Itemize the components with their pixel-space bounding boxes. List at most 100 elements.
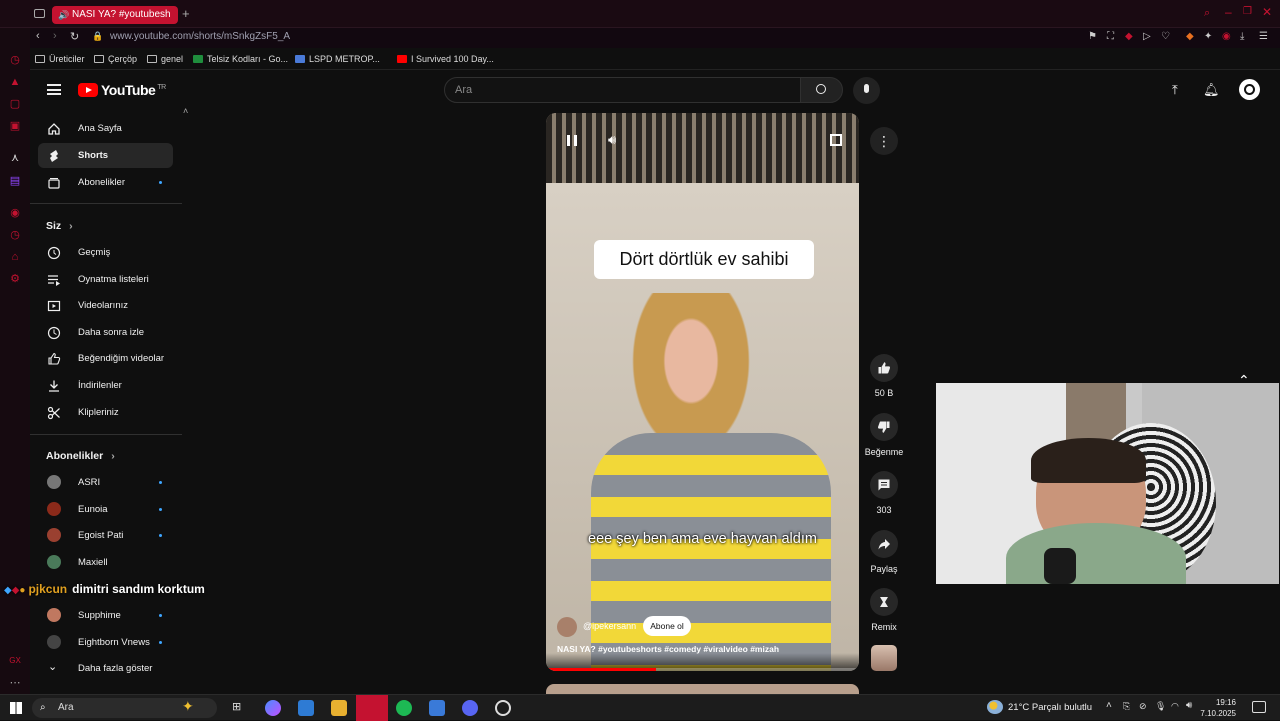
app-icon[interactable] bbox=[429, 700, 445, 716]
subscribe-button[interactable]: Abone ol bbox=[643, 616, 691, 636]
section-you[interactable]: Siz › bbox=[46, 220, 73, 232]
dislike-button[interactable] bbox=[870, 413, 898, 441]
copilot-icon[interactable] bbox=[265, 700, 281, 716]
weather-text[interactable]: 21°C Parçalı bulutlu bbox=[1008, 702, 1092, 713]
scroll-up-icon[interactable]: ⌃ bbox=[1238, 372, 1250, 389]
like-button[interactable] bbox=[870, 354, 898, 382]
aria-icon[interactable]: ⋏ bbox=[9, 152, 21, 164]
url-field[interactable]: www.youtube.com/shorts/mSnkgZsF5_A bbox=[110, 31, 290, 42]
voice-search-button[interactable] bbox=[853, 77, 880, 104]
bookmark-folder[interactable]: genel bbox=[147, 54, 183, 64]
back-icon[interactable]: ‹ bbox=[36, 30, 40, 42]
scroll-up-icon[interactable]: ˄ bbox=[183, 106, 188, 116]
sidebar-channel[interactable]: Eunoia bbox=[38, 497, 173, 522]
player-icon[interactable]: ◉ bbox=[9, 207, 21, 219]
adblock-icon[interactable]: ◆ bbox=[1125, 31, 1133, 42]
channel-handle[interactable]: @ipekersann bbox=[583, 621, 636, 631]
bookmark-folder[interactable]: Çerçöp bbox=[94, 54, 137, 64]
metamask-icon[interactable]: ◆ bbox=[1186, 31, 1194, 42]
store-icon[interactable] bbox=[298, 700, 314, 716]
gx-icon[interactable]: GX bbox=[9, 655, 21, 667]
comments-button[interactable] bbox=[870, 471, 898, 499]
notifications-icon[interactable]: 🔔︎ bbox=[1203, 82, 1220, 98]
heart-icon[interactable]: ♡ bbox=[1161, 31, 1170, 42]
sidebar-item-history[interactable]: Geçmiş bbox=[38, 240, 173, 265]
sidebar-channel[interactable]: Supphime bbox=[38, 603, 173, 628]
notification-center-icon[interactable] bbox=[1252, 701, 1266, 713]
player-icon[interactable]: ▷ bbox=[1143, 31, 1151, 42]
short-video-player[interactable]: 🔊︎ bbox=[546, 113, 859, 671]
sidebar-channel[interactable]: Eightborn Vnews bbox=[38, 630, 173, 655]
sidebar-channel[interactable]: Maxiell bbox=[38, 550, 173, 575]
youtube-logo[interactable]: YouTube TR bbox=[78, 82, 166, 98]
menu-icon[interactable] bbox=[47, 84, 61, 95]
bookmark-link[interactable]: Telsiz Kodları - Go... bbox=[193, 54, 288, 64]
search-input[interactable]: Ara bbox=[444, 77, 801, 103]
bookmark-link[interactable]: LSPD METROP... bbox=[295, 54, 380, 64]
search-tabs-icon[interactable]: ⌕ bbox=[1204, 7, 1210, 20]
history-icon[interactable]: ◷ bbox=[9, 54, 21, 66]
bookmark-folder[interactable]: Üreticiler bbox=[35, 54, 85, 64]
share-button[interactable] bbox=[870, 530, 898, 558]
obs-icon[interactable] bbox=[495, 700, 511, 716]
chat-icon[interactable]: ▢ bbox=[9, 98, 21, 110]
sidebar-item-shorts[interactable]: Shorts bbox=[38, 143, 173, 168]
upload-icon[interactable]: ⤒ bbox=[1172, 82, 1178, 98]
section-subscriptions[interactable]: Abonelikler › bbox=[46, 450, 115, 462]
extensions-icon[interactable]: ✦ bbox=[1204, 31, 1212, 42]
minimize-icon[interactable]: – bbox=[1225, 5, 1232, 19]
sidebar-channel[interactable]: Egoist Pati bbox=[38, 523, 173, 548]
lock-icon[interactable]: 🔒 bbox=[92, 31, 103, 42]
weather-icon[interactable] bbox=[987, 700, 1003, 714]
spotify-icon[interactable] bbox=[396, 700, 412, 716]
bookmark-link[interactable]: I Survived 100 Day... bbox=[397, 54, 494, 64]
tab-active[interactable]: 🔊 NASI YA? #youtubesh bbox=[52, 6, 178, 24]
profile-icon[interactable]: ◉ bbox=[1222, 31, 1231, 42]
taskbar-search[interactable]: ⌕ Ara ✦ bbox=[32, 698, 217, 718]
channel-avatar[interactable] bbox=[557, 617, 577, 637]
remix-button[interactable] bbox=[870, 588, 898, 616]
bookmark-icon[interactable]: ⚑ bbox=[1088, 31, 1097, 42]
avatar[interactable] bbox=[1239, 79, 1260, 100]
task-view-icon[interactable]: ⊞ bbox=[232, 700, 248, 716]
sidebar-item-subscriptions[interactable]: Abonelikler bbox=[38, 170, 173, 195]
camera-off-icon[interactable]: ⊘ bbox=[1139, 701, 1147, 712]
sidebar-channel[interactable]: ASRI bbox=[38, 470, 173, 495]
next-short-preview[interactable] bbox=[546, 684, 859, 694]
messenger-icon[interactable]: ▣ bbox=[9, 120, 21, 132]
progress-bar[interactable] bbox=[546, 668, 859, 671]
wifi-icon[interactable]: ◠ bbox=[1171, 701, 1179, 712]
tray-icon[interactable]: ⎘ bbox=[1123, 701, 1130, 712]
tab-manager-icon[interactable] bbox=[34, 9, 45, 18]
sidebar-item-watch-later[interactable]: Daha sonra izle bbox=[38, 320, 173, 345]
settings-icon[interactable]: ⚙ bbox=[9, 273, 21, 285]
sidebar-item-downloads[interactable]: İndirilenler bbox=[38, 373, 173, 398]
close-icon[interactable]: ✕ bbox=[1262, 5, 1272, 19]
snapshot-icon[interactable]: ⛶ bbox=[1107, 31, 1114, 42]
sidebar-item-your-videos[interactable]: Videolarınız bbox=[38, 293, 173, 318]
fullscreen-icon[interactable] bbox=[830, 134, 842, 146]
volume-icon[interactable]: 🔊︎ bbox=[1186, 700, 1192, 711]
volume-icon[interactable]: 🔊︎ bbox=[608, 132, 616, 148]
more-options-icon[interactable]: ⋮ bbox=[870, 127, 898, 155]
sidebar-item-liked-videos[interactable]: Beğendiğim videolar bbox=[38, 346, 173, 371]
windows-start-icon[interactable] bbox=[10, 702, 22, 714]
sound-thumbnail[interactable] bbox=[871, 645, 897, 671]
pause-icon[interactable] bbox=[567, 135, 577, 146]
search-button[interactable] bbox=[800, 77, 843, 103]
twitch-icon[interactable]: ▤ bbox=[9, 175, 21, 187]
short-title[interactable]: NASI YA? #youtubeshorts #comedy #viralvi… bbox=[557, 644, 779, 654]
show-more-button[interactable]: ⌄ Daha fazla göster bbox=[38, 656, 173, 681]
file-explorer-icon[interactable] bbox=[331, 700, 347, 716]
chevron-up-icon[interactable]: ˄ bbox=[1106, 700, 1112, 711]
clock[interactable]: 19:16 7.10.2025 bbox=[1196, 697, 1236, 719]
sidebar-item-home[interactable]: Ana Sayfa bbox=[38, 116, 173, 141]
extension-icon[interactable]: ▲ bbox=[9, 76, 21, 88]
clock-icon[interactable]: ◷ bbox=[9, 229, 21, 241]
home-icon[interactable]: ⌂ bbox=[9, 251, 21, 263]
sidebar-item-playlists[interactable]: Oynatma listeleri bbox=[38, 267, 173, 292]
new-tab-icon[interactable]: + bbox=[182, 6, 190, 21]
mic-icon[interactable]: 🎙︎ bbox=[1155, 701, 1166, 712]
opera-gx-taskbar-icon[interactable] bbox=[356, 695, 388, 721]
forward-icon[interactable]: › bbox=[53, 30, 57, 42]
